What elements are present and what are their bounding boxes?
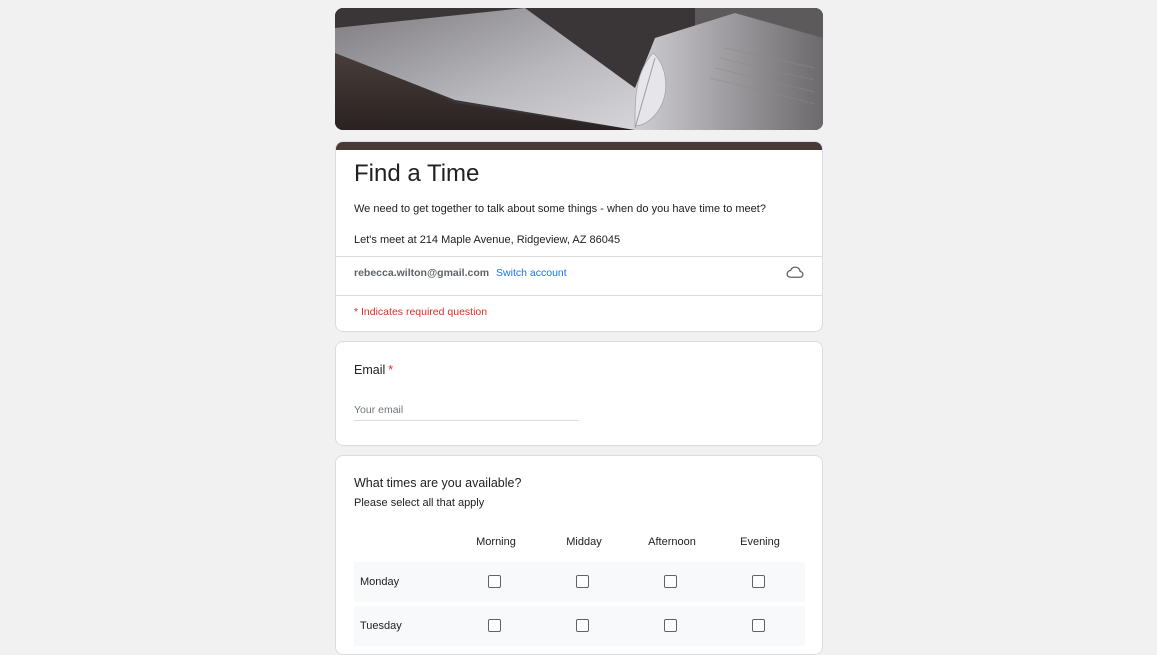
email-label-text: Email [354, 363, 386, 377]
form-container: Find a Time We need to get together to t… [335, 8, 823, 655]
column-header-morning: Morning [476, 536, 516, 548]
account-row: rebecca.wilton@gmail.com Switch account [354, 267, 567, 279]
checkbox-tuesday-afternoon[interactable] [664, 619, 677, 632]
checkbox-monday-midday[interactable] [576, 575, 589, 588]
open-book-feather-image [335, 8, 823, 130]
header-image [335, 8, 823, 130]
divider [336, 256, 822, 257]
column-header-afternoon: Afternoon [648, 536, 696, 548]
required-asterisk: * [388, 363, 394, 377]
form-title: Find a Time [354, 160, 480, 187]
account-email: rebecca.wilton@gmail.com [354, 267, 490, 279]
required-note: * Indicates required question [354, 306, 488, 318]
divider [336, 295, 822, 296]
form-location: Let's meet at 214 Maple Avenue, Ridgevie… [354, 234, 621, 246]
row-label-monday: Monday [360, 576, 400, 588]
availability-question-card: What times are you available? Please sel… [335, 455, 823, 655]
checkbox-monday-afternoon[interactable] [664, 575, 677, 588]
switch-account-link[interactable]: Switch account [496, 267, 567, 279]
row-label-tuesday: Tuesday [360, 620, 402, 632]
availability-question-subtitle: Please select all that apply [354, 497, 485, 509]
email-question-card: Email * [335, 341, 823, 446]
checkbox-tuesday-morning[interactable] [488, 619, 501, 632]
grid-row-tuesday: Tuesday [354, 606, 805, 646]
grid-row-monday: Monday [354, 562, 805, 602]
email-question-label: Email * [354, 363, 393, 377]
column-header-evening: Evening [740, 536, 780, 548]
form-description: We need to get together to talk about so… [354, 203, 766, 215]
form-header-card: Find a Time We need to get together to t… [335, 141, 823, 332]
checkbox-monday-evening[interactable] [752, 575, 765, 588]
email-input[interactable] [354, 400, 579, 421]
cloud-saved-icon [786, 266, 804, 278]
checkbox-monday-morning[interactable] [488, 575, 501, 588]
checkbox-tuesday-evening[interactable] [752, 619, 765, 632]
column-header-midday: Midday [566, 536, 602, 548]
accent-bar [336, 142, 822, 150]
checkbox-tuesday-midday[interactable] [576, 619, 589, 632]
availability-question-title: What times are you available? [354, 476, 522, 490]
